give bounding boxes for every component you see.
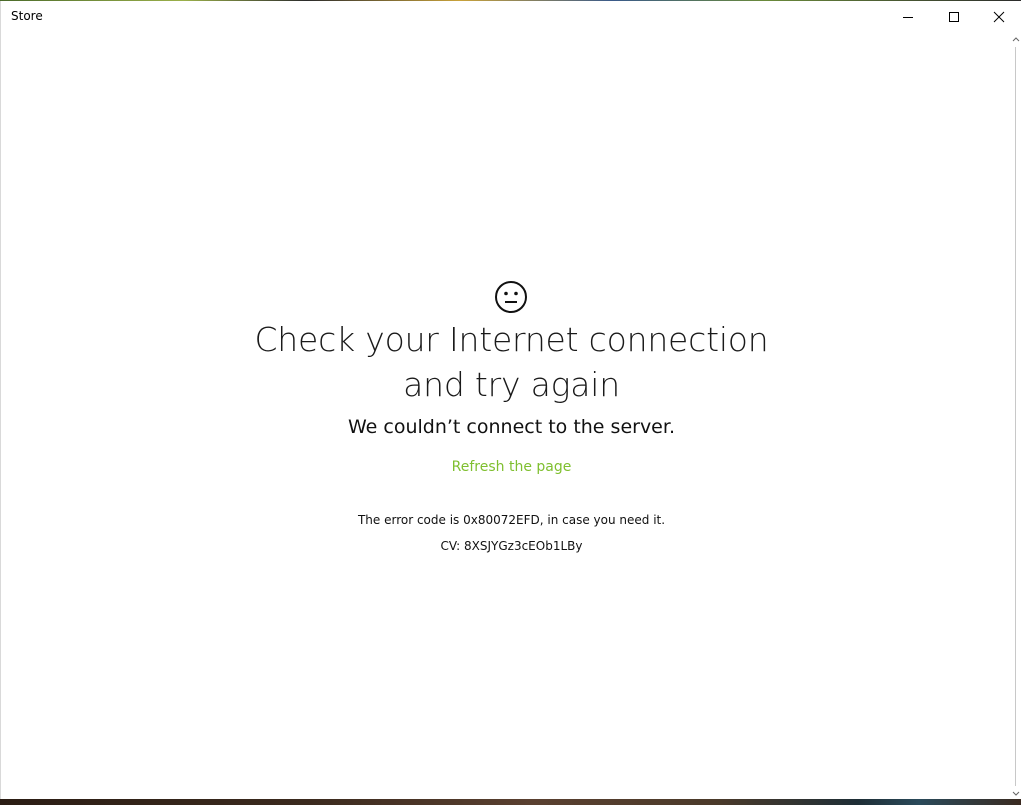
window-title: Store xyxy=(11,9,43,23)
error-subheading: We couldn’t connect to the server. xyxy=(348,416,675,438)
close-button[interactable] xyxy=(976,1,1021,33)
title-bar[interactable]: Store xyxy=(1,1,1021,33)
cv-text: CV: 8XSJYGz3cEOb1LBy xyxy=(440,539,583,553)
error-headline: Check your Internet connection and try a… xyxy=(1,317,1021,407)
close-icon xyxy=(993,11,1005,23)
maximize-icon xyxy=(949,12,959,22)
maximize-button[interactable] xyxy=(931,1,977,33)
scroll-up-arrow-icon[interactable] xyxy=(1012,35,1020,43)
error-headline-line-2: and try again xyxy=(403,365,620,404)
scroll-down-arrow-icon[interactable] xyxy=(1012,790,1020,798)
error-code-text: The error code is 0x80072EFD, in case yo… xyxy=(357,513,666,527)
store-window: Store Check your Internet connection and… xyxy=(0,1,1021,800)
desktop-background-bottom xyxy=(0,799,1021,805)
minimize-button[interactable] xyxy=(885,1,931,33)
refresh-link-container: Refresh the page xyxy=(1,456,1021,475)
refresh-page-link[interactable]: Refresh the page xyxy=(452,459,572,475)
minimize-icon xyxy=(903,17,913,18)
neutral-face-icon xyxy=(495,281,527,313)
error-headline-line-1: Check your Internet connection xyxy=(254,320,769,359)
